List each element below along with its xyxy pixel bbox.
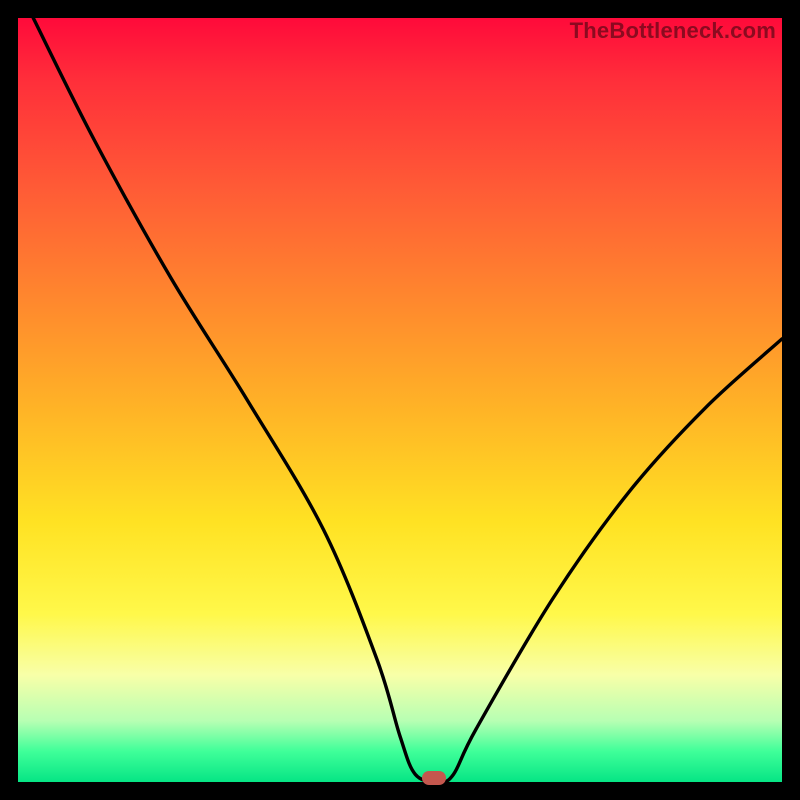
bottleneck-curve-path [33, 18, 782, 782]
optimal-point-marker [422, 771, 446, 785]
plot-area: TheBottleneck.com [18, 18, 782, 782]
curve-layer [18, 18, 782, 782]
chart-stage: TheBottleneck.com [0, 0, 800, 800]
